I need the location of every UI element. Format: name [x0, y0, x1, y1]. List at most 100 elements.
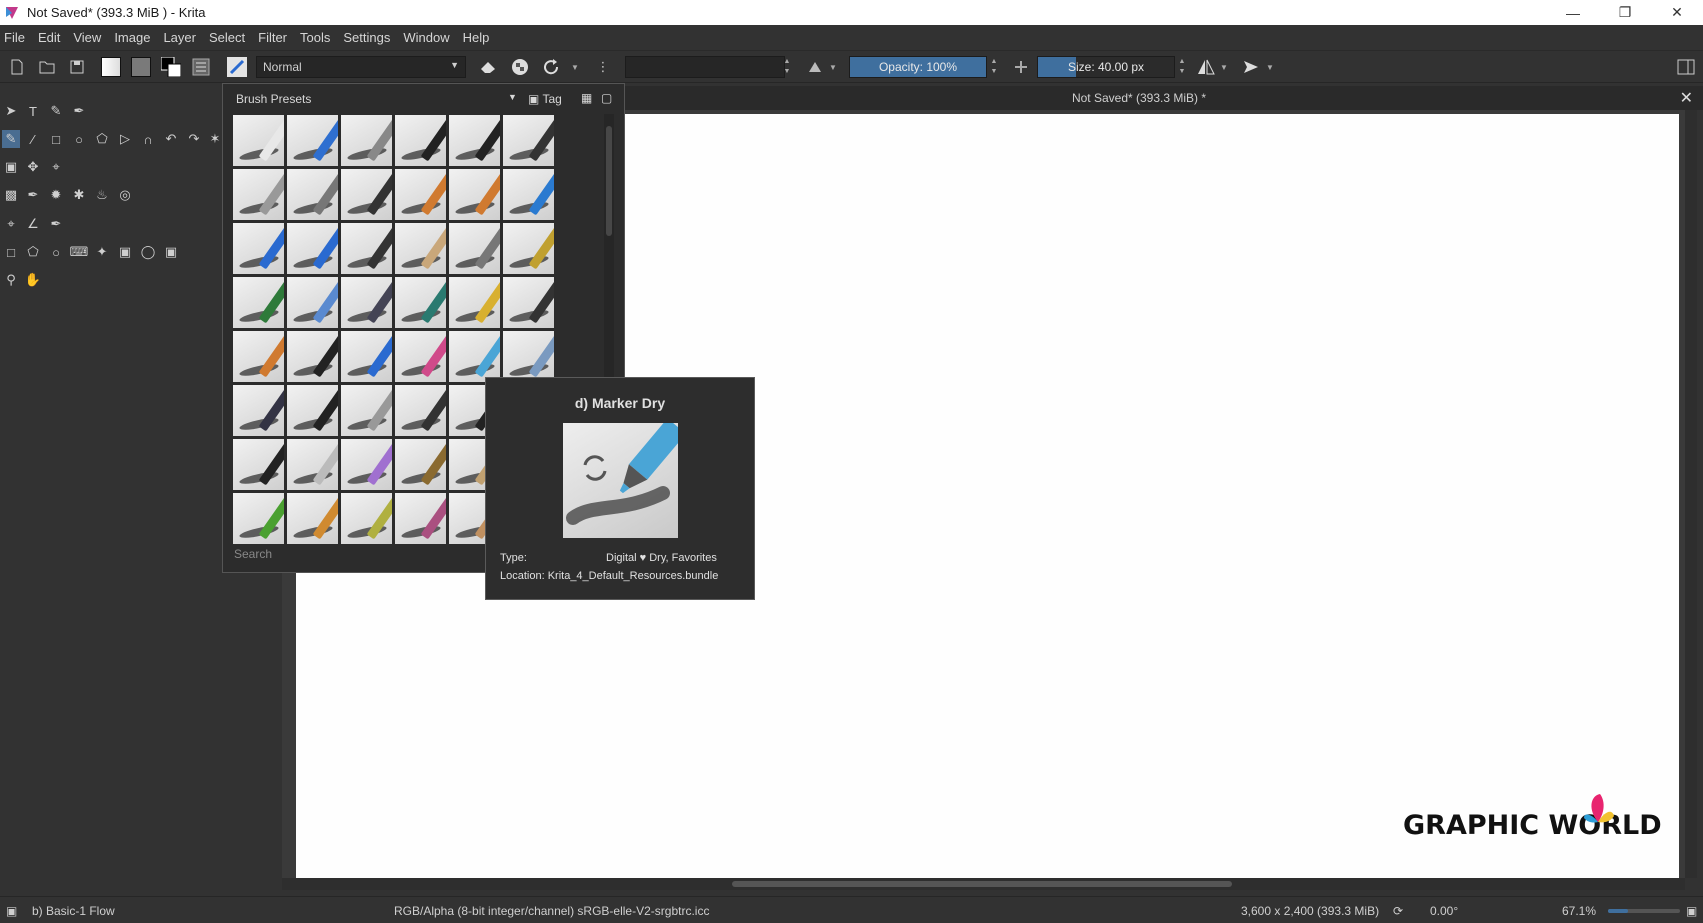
brush-preset-thumbnail[interactable]: [394, 330, 447, 383]
opacity-slider[interactable]: Opacity: 100%: [849, 56, 987, 78]
elliptical-selection-tool-icon[interactable]: ⬠: [24, 243, 42, 261]
brush-preset-thumbnail[interactable]: [286, 384, 339, 437]
polygonal-selection-tool-icon[interactable]: ○: [47, 243, 65, 261]
calligraphy-tool-icon[interactable]: ✒: [70, 102, 88, 120]
brush-preset-thumbnail[interactable]: [286, 276, 339, 329]
edit-brush-settings-icon[interactable]: [190, 56, 212, 78]
chevron-down-icon[interactable]: ▼: [828, 56, 838, 78]
brush-preset-thumbnail[interactable]: [232, 384, 285, 437]
bezier-selection-tool-icon[interactable]: ◯: [139, 243, 157, 261]
brush-preset-thumbnail[interactable]: [394, 438, 447, 491]
freehand-path-tool-icon[interactable]: ↶: [162, 130, 180, 148]
brush-preset-thumbnail[interactable]: [286, 114, 339, 167]
close-window-button[interactable]: ✕: [1651, 0, 1703, 25]
chevron-down-icon[interactable]: ▼: [1265, 56, 1275, 78]
transform-tool-icon[interactable]: ▣: [2, 158, 20, 176]
brush-preset-thumbnail[interactable]: [502, 222, 555, 275]
rectangle-tool-icon[interactable]: □: [47, 130, 65, 148]
menu-image[interactable]: Image: [114, 30, 150, 45]
brush-preset-thumbnail[interactable]: [232, 168, 285, 221]
scrollbar-thumb[interactable]: [606, 126, 612, 236]
edit-shapes-tool-icon[interactable]: ✎: [47, 102, 65, 120]
smart-patch-tool-icon[interactable]: ✱: [70, 186, 88, 204]
menu-file[interactable]: File: [4, 30, 25, 45]
brush-preset-thumbnail[interactable]: [448, 114, 501, 167]
colorize-mask-tool-icon[interactable]: ✹: [47, 186, 65, 204]
toolbar-empty-field[interactable]: [625, 56, 785, 78]
detach-icon[interactable]: ▢: [601, 91, 612, 105]
brush-preset-thumbnail[interactable]: [502, 114, 555, 167]
brush-preset-thumbnail[interactable]: [232, 492, 285, 545]
line-tool-icon[interactable]: ∕: [24, 130, 42, 148]
zoom-tool-icon[interactable]: ⚲: [2, 271, 20, 289]
brush-preset-thumbnail[interactable]: [394, 276, 447, 329]
fill-tool-icon[interactable]: ♨: [93, 186, 111, 204]
brush-preset-thumbnail[interactable]: [502, 276, 555, 329]
brush-preset-thumbnail[interactable]: [286, 438, 339, 491]
document-tab-title[interactable]: Not Saved* (393.3 MiB) *: [575, 91, 1703, 105]
brush-preset-thumbnail[interactable]: [340, 384, 393, 437]
open-document-icon[interactable]: [36, 56, 58, 78]
brush-preset-thumbnail[interactable]: [448, 276, 501, 329]
size-slider[interactable]: Size: 40.00 px: [1037, 56, 1175, 78]
menu-tools[interactable]: Tools: [300, 30, 330, 45]
freehand-selection-tool-icon[interactable]: ⌨: [70, 243, 89, 261]
gradient-tool-icon[interactable]: ▩: [2, 186, 20, 204]
ellipse-tool-icon[interactable]: ○: [70, 130, 88, 148]
brush-preset-thumbnail[interactable]: [394, 384, 447, 437]
chevron-down-icon[interactable]: ▼: [508, 92, 517, 102]
blending-mode-select[interactable]: Normal ▼: [256, 56, 466, 78]
brush-preset-thumbnail[interactable]: [448, 330, 501, 383]
measure-tool-icon[interactable]: ∠: [24, 215, 42, 233]
mirror-horizontal-icon[interactable]: [1195, 56, 1217, 78]
brush-preset-thumbnail[interactable]: [502, 168, 555, 221]
wrap-around-icon[interactable]: [1240, 56, 1262, 78]
menu-view[interactable]: View: [73, 30, 101, 45]
eraser-mode-icon[interactable]: [478, 56, 500, 78]
spinbox-arrows-icon[interactable]: ▲ ▼: [782, 57, 792, 77]
new-document-icon[interactable]: [6, 56, 28, 78]
chevron-down-icon[interactable]: ▼: [569, 56, 581, 78]
menu-edit[interactable]: Edit: [38, 30, 60, 45]
brush-preset-thumbnail[interactable]: [340, 168, 393, 221]
zoom-fit-icon[interactable]: ▣: [1686, 904, 1697, 918]
brush-preset-chooser-icon[interactable]: [226, 56, 248, 78]
zoom-slider[interactable]: [1608, 909, 1680, 913]
brush-preset-thumbnail[interactable]: [394, 492, 447, 545]
brush-preset-thumbnail[interactable]: [448, 168, 501, 221]
dynamic-brush-tool-icon[interactable]: ↷: [185, 130, 203, 148]
brush-preset-thumbnail[interactable]: [286, 492, 339, 545]
crop-tool-icon[interactable]: ⌖: [47, 158, 65, 176]
reference-images-tool-icon[interactable]: ✒: [47, 215, 65, 233]
brush-preset-thumbnail[interactable]: [286, 330, 339, 383]
brush-preset-thumbnail[interactable]: [502, 330, 555, 383]
brush-preset-thumbnail[interactable]: [340, 438, 393, 491]
brush-preset-thumbnail[interactable]: [340, 276, 393, 329]
brush-preset-thumbnail[interactable]: [340, 330, 393, 383]
gradient-swatch-icon[interactable]: [100, 56, 122, 78]
brush-preset-thumbnail[interactable]: [394, 168, 447, 221]
pattern-swatch-icon[interactable]: [130, 56, 152, 78]
brush-preset-thumbnail[interactable]: [286, 222, 339, 275]
menu-filter[interactable]: Filter: [258, 30, 287, 45]
brush-preset-thumbnail[interactable]: [232, 276, 285, 329]
polygon-tool-icon[interactable]: ⬠: [93, 130, 111, 148]
brush-preset-thumbnail[interactable]: [232, 222, 285, 275]
opacity-spin-icon[interactable]: ▲ ▼: [989, 57, 999, 77]
brush-preset-thumbnail[interactable]: [286, 168, 339, 221]
restore-button[interactable]: ❐: [1599, 0, 1651, 25]
brush-preset-thumbnail[interactable]: [232, 438, 285, 491]
brush-preset-thumbnail[interactable]: [448, 222, 501, 275]
text-tool-icon[interactable]: T: [24, 102, 42, 120]
bezier-tool-icon[interactable]: ∩: [139, 130, 157, 148]
menu-help[interactable]: Help: [463, 30, 490, 45]
pin-icon[interactable]: [1010, 56, 1032, 78]
brush-preset-thumbnail[interactable]: [394, 222, 447, 275]
vertical-scrollbar[interactable]: [1685, 110, 1697, 878]
magnetic-selection-tool-icon[interactable]: ▣: [162, 243, 180, 261]
rotation-icon[interactable]: ⟳: [1393, 904, 1403, 918]
similar-selection-tool-icon[interactable]: ▣: [116, 243, 134, 261]
brush-preset-thumbnail[interactable]: [232, 330, 285, 383]
contiguous-selection-tool-icon[interactable]: ✦: [93, 243, 111, 261]
enclose-fill-tool-icon[interactable]: ◎: [116, 186, 134, 204]
